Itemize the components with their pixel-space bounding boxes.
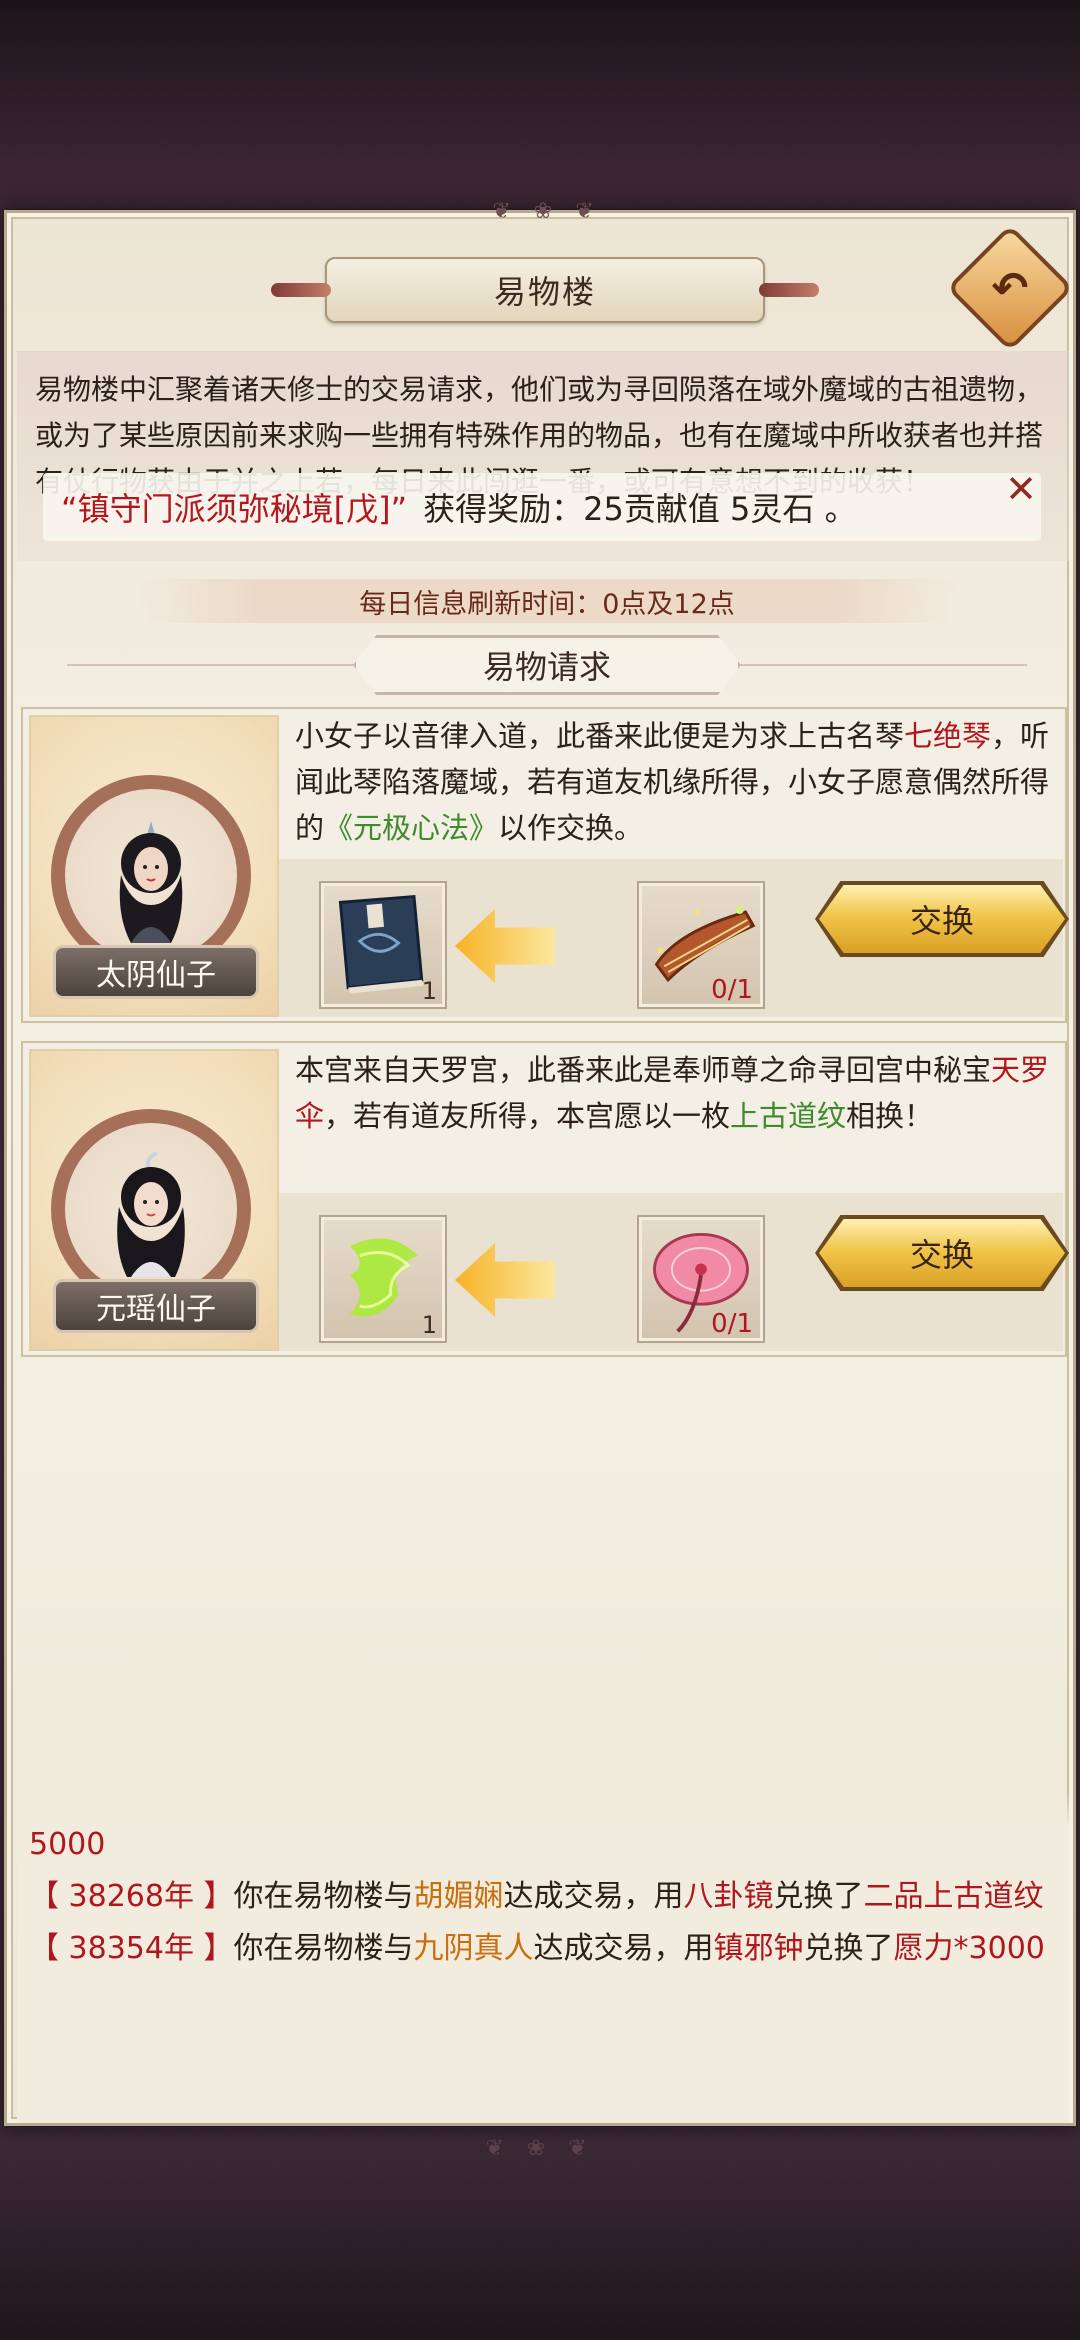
top-ornament: ❦ ❀ ❦ bbox=[492, 199, 602, 224]
npc-name: 太阴仙子 bbox=[53, 945, 259, 999]
log-text: 兑换了 bbox=[803, 1931, 894, 1966]
log-cut-line bbox=[29, 1793, 1057, 1823]
npc-avatar bbox=[119, 821, 183, 943]
back-button[interactable]: ↶ bbox=[946, 224, 1074, 352]
trade-row: 1 0/1 交换 bbox=[279, 859, 1069, 1017]
bottom-ornament: ❦ ❀ ❦ bbox=[485, 2136, 595, 2161]
npc-portrait: 元瑶仙子 bbox=[29, 1049, 279, 1351]
npc-portrait: 太阴仙子 bbox=[29, 715, 279, 1017]
required-count: 0/1 bbox=[711, 1309, 753, 1339]
required-count: 0/1 bbox=[711, 975, 753, 1005]
request-text: ，若有道友所得，本宫愿以一枚 bbox=[324, 1099, 731, 1133]
log-text: 你在易物楼与 bbox=[233, 1931, 414, 1966]
page-title: 易物楼 bbox=[493, 273, 596, 311]
reward-item-slot[interactable]: 1 bbox=[319, 1215, 447, 1343]
offered-item-name: 上古道纹 bbox=[730, 1099, 847, 1133]
exchange-button[interactable]: 交换 bbox=[819, 885, 1065, 953]
reward-count: 1 bbox=[421, 977, 437, 1005]
exchange-button[interactable]: 交换 bbox=[819, 1219, 1065, 1287]
request-card: 元瑶仙子 本宫来自天罗宫，此番来此是奉师尊之命寻回宫中秘宝天罗伞，若有道友所得，… bbox=[21, 1041, 1069, 1357]
npc-avatar bbox=[117, 1151, 185, 1277]
npc-name: 元瑶仙子 bbox=[53, 1279, 259, 1333]
request-description: 小女子以音律入道，此番来此便是为求上古名琴七绝琴，听闻此琴陷落魔域，若有道友机缘… bbox=[295, 713, 1055, 851]
exchange-arrow-icon bbox=[455, 1243, 555, 1317]
toast-quest: “镇守门派须弥秘境[戊]” bbox=[61, 490, 408, 528]
log-give: 八卦镜 bbox=[683, 1879, 774, 1914]
request-description: 本宫来自天罗宫，此番来此是奉师尊之命寻回宫中秘宝天罗伞，若有道友所得，本宫愿以一… bbox=[295, 1047, 1055, 1139]
reward-count: 1 bbox=[421, 1311, 437, 1339]
required-item-slot[interactable]: 0/1 bbox=[637, 1215, 765, 1343]
log-year: 【 38268年 】 bbox=[29, 1879, 234, 1914]
log-entry: 【 38354年 】你在易物楼与九阴真人达成交易，用镇邪钟兑换了愿力*3000 bbox=[29, 1927, 1057, 1971]
section-title: 易物请求 bbox=[353, 635, 741, 695]
log-year: 【 38354年 】 bbox=[29, 1931, 234, 1966]
request-text: 本宫来自天罗宫，此番来此是奉师尊之命寻回宫中秘宝 bbox=[295, 1053, 992, 1087]
log-give: 镇邪钟 bbox=[713, 1931, 804, 1966]
request-text: 以作交换。 bbox=[498, 811, 644, 845]
close-icon[interactable]: ✕ bbox=[1005, 467, 1037, 511]
log-text: 达成交易，用 bbox=[503, 1879, 684, 1914]
log-npc: 胡媚娴 bbox=[413, 1879, 504, 1914]
log-text: 你在易物楼与 bbox=[233, 1879, 414, 1914]
trade-log: 5000 【 38268年 】你在易物楼与胡媚娴达成交易，用八卦镜兑换了二品上古… bbox=[17, 1793, 1069, 2123]
refresh-time: 每日信息刷新时间：0点及12点 bbox=[137, 579, 957, 623]
title-banner: 易物楼 bbox=[271, 257, 819, 323]
trade-panel: ❦ ❀ ❦ 易物楼 ↶ 易物楼中汇聚着诸天修士的交易请求，他们或为寻回陨落在域外… bbox=[4, 199, 1076, 2126]
log-text: 兑换了 bbox=[773, 1879, 864, 1914]
reward-item-slot[interactable]: 1 bbox=[319, 881, 447, 1009]
request-text: 小女子以音律入道，此番来此便是为求上古名琴 bbox=[295, 719, 905, 753]
reward-toast: “镇守门派须弥秘境[戊]” 获得奖励：25贡献值 5灵石 。 ✕ bbox=[43, 467, 1041, 541]
required-item-slot[interactable]: 0/1 bbox=[637, 881, 765, 1009]
section-divider-left bbox=[67, 664, 357, 666]
toast-reward: 获得奖励：25贡献值 5灵石 。 bbox=[423, 490, 857, 528]
log-text: 达成交易，用 bbox=[533, 1931, 714, 1966]
log-got: 二品上古道纹 bbox=[863, 1879, 1044, 1914]
exchange-arrow-icon bbox=[455, 909, 555, 983]
log-tail: 5000 bbox=[29, 1827, 106, 1862]
request-card: 太阴仙子 小女子以音律入道，此番来此便是为求上古名琴七绝琴，听闻此琴陷落魔域，若… bbox=[21, 707, 1069, 1023]
request-text: 相换！ bbox=[846, 1099, 934, 1133]
wanted-item-name: 七绝琴 bbox=[904, 719, 992, 753]
log-npc: 九阴真人 bbox=[413, 1931, 534, 1966]
log-got: 愿力*3000 bbox=[893, 1931, 1045, 1966]
log-entry: 【 38268年 】你在易物楼与胡媚娴达成交易，用八卦镜兑换了二品上古道纹 bbox=[29, 1875, 1057, 1919]
back-arrow-icon: ↶ bbox=[991, 262, 1029, 314]
section-divider-right bbox=[737, 664, 1027, 666]
trade-row: 1 0/1 交换 bbox=[279, 1193, 1069, 1351]
offered-item-name: 《元极心法》 bbox=[324, 811, 499, 845]
